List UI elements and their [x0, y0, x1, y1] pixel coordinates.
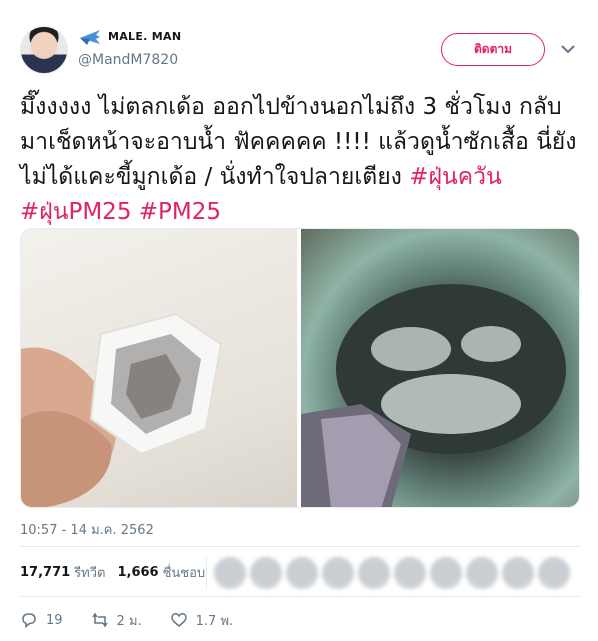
follow-button[interactable]: ติดตาม — [441, 33, 545, 66]
hashtag-link[interactable]: #ฝุ่นควัน — [409, 164, 502, 190]
liker-avatar[interactable] — [358, 557, 390, 589]
avatar[interactable] — [20, 26, 68, 74]
reply-button[interactable]: 19 — [20, 611, 63, 629]
liker-avatar[interactable] — [322, 557, 354, 589]
hashtag-link[interactable]: #ฝุ่นPM25 — [20, 199, 131, 225]
like-count: 1.7 พ. — [195, 613, 234, 629]
tweet-card: MALE. MAN @MandM7820 ติดตาม มึ๊งงงงง ไม่… — [0, 0, 598, 641]
user-handle[interactable]: @MandM7820 — [78, 52, 178, 68]
heart-icon — [170, 613, 187, 627]
likes-label[interactable]: ชื่นชอบ — [163, 562, 206, 583]
retweets-label[interactable]: รีทวีต — [74, 562, 105, 583]
liker-avatar[interactable] — [214, 557, 246, 589]
reply-count: 19 — [46, 612, 63, 628]
chevron-down-icon[interactable] — [560, 42, 576, 56]
retweets-count[interactable]: 17,771 — [20, 565, 70, 580]
liker-avatar[interactable] — [466, 557, 498, 589]
wash-basin-illustration — [301, 284, 566, 507]
hand-with-pad-illustration — [21, 312, 223, 507]
stats-separator — [206, 556, 207, 590]
tweet-timestamp[interactable]: 10:57 - 14 ม.ค. 2562 — [20, 519, 154, 540]
photo-wash-basin[interactable] — [301, 229, 579, 507]
engagement-stats: 17,771 รีทวีต 1,666 ชื่นชอบ — [20, 552, 217, 592]
divider — [20, 596, 580, 597]
divider — [20, 546, 580, 547]
likes-count[interactable]: 1,666 — [117, 565, 158, 580]
tweet-media — [20, 228, 580, 508]
tweet-actions: 19 2 ม. 1.7 พ. — [20, 607, 261, 633]
reply-icon — [22, 613, 36, 629]
hashtag-link[interactable]: #PM25 — [139, 199, 221, 225]
liker-avatar[interactable] — [286, 557, 318, 589]
retweet-count: 2 ม. — [116, 613, 142, 629]
liker-avatars — [214, 556, 584, 590]
retweet-button[interactable]: 2 ม. — [91, 610, 142, 631]
photo-dirty-cotton-pad[interactable] — [21, 229, 297, 507]
liker-avatar[interactable] — [502, 557, 534, 589]
liker-avatar[interactable] — [394, 557, 426, 589]
retweet-icon — [91, 612, 108, 628]
like-button[interactable]: 1.7 พ. — [170, 610, 234, 631]
plane-icon — [80, 30, 100, 45]
liker-avatar[interactable] — [250, 557, 282, 589]
display-name[interactable]: MALE. MAN — [108, 30, 181, 43]
liker-avatar[interactable] — [430, 557, 462, 589]
liker-avatar[interactable] — [538, 557, 570, 589]
tweet-text: มึ๊งงงงง ไม่ตลกเด้อ ออกไปข้างนอกไม่ถึง 3… — [20, 90, 585, 230]
